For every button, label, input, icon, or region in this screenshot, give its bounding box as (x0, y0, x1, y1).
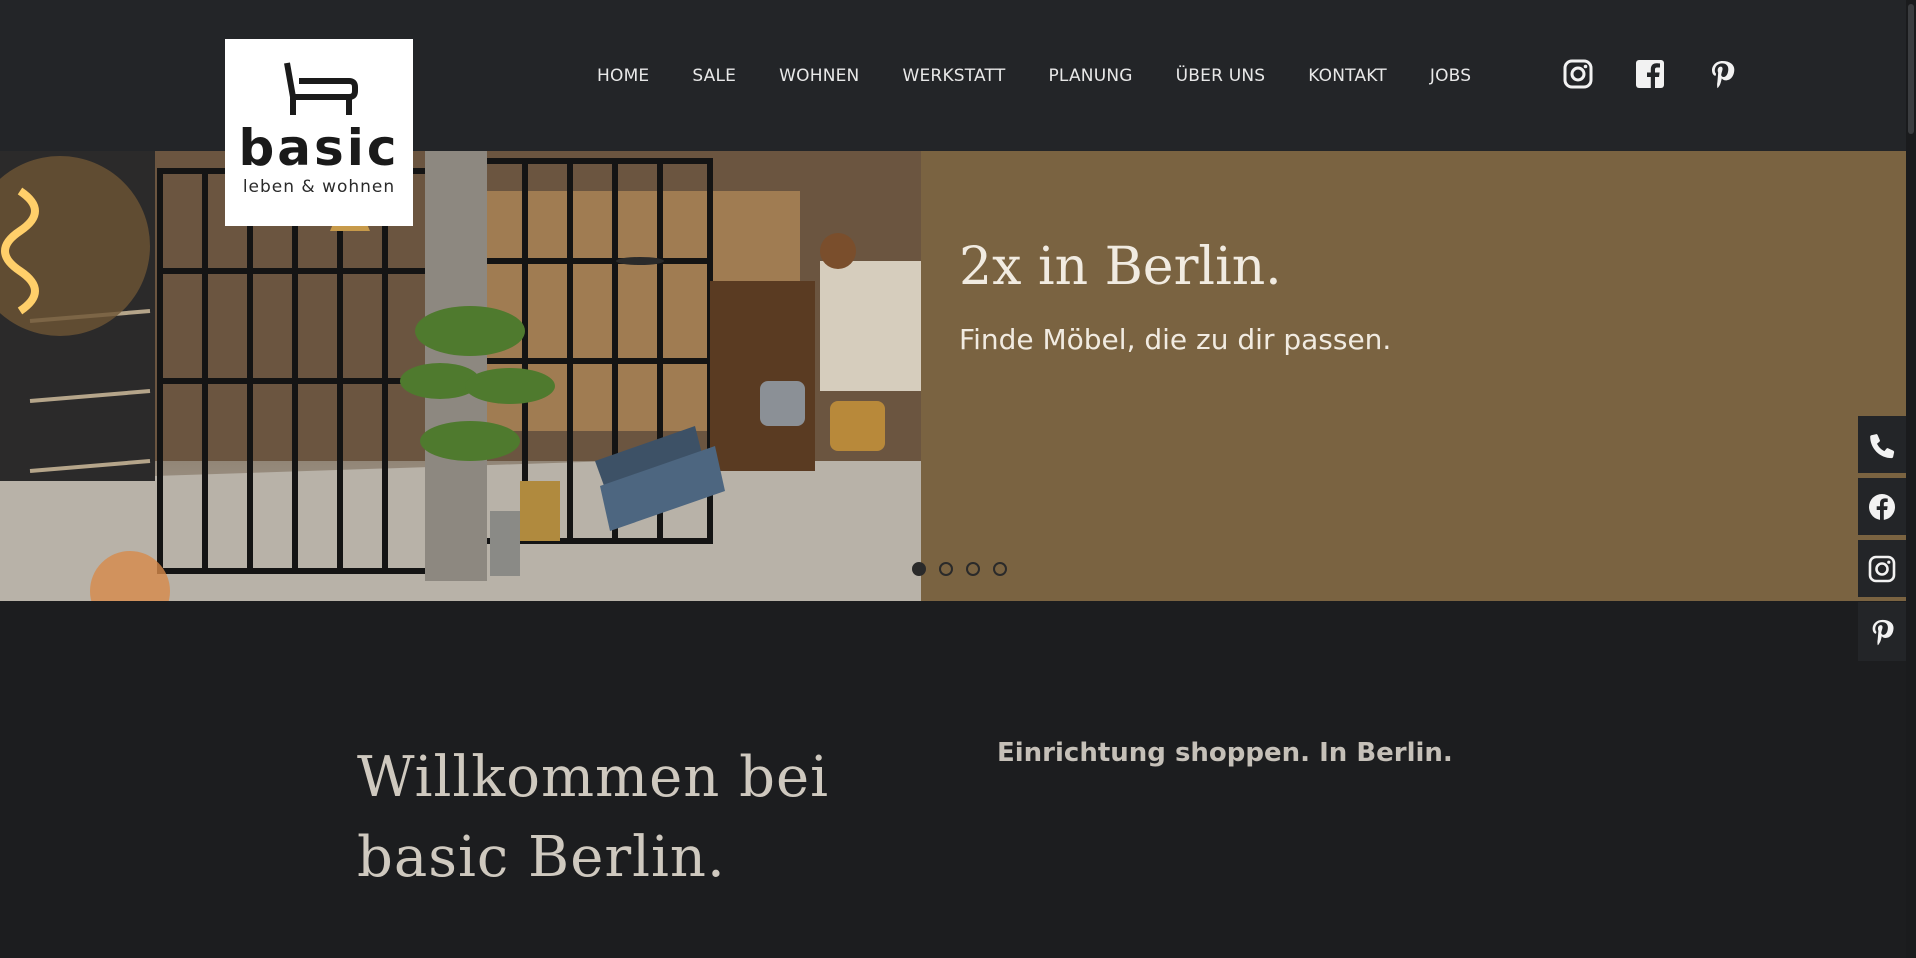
welcome-heading-line-2: basic Berlin. (357, 825, 726, 890)
logo-wordmark: basic (238, 119, 400, 177)
shopping-subheading: Einrichtung shoppen. In Berlin. (997, 738, 1453, 768)
hero-text-panel: 2x in Berlin. Finde Möbel, die zu dir pa… (921, 151, 1906, 601)
slider-dot-3[interactable] (966, 562, 980, 576)
pinterest-icon[interactable] (1706, 58, 1738, 90)
nav-home[interactable]: HOME (597, 66, 649, 86)
main-nav: HOME SALE WOHNEN WERKSTATT PLANUNG ÜBER … (597, 62, 1514, 90)
nav-kontakt[interactable]: KONTAKT (1308, 66, 1387, 86)
site-logo[interactable]: basic leben & wohnen (225, 39, 413, 226)
slider-dot-4[interactable] (993, 562, 1007, 576)
page-scrollbar[interactable] (1906, 0, 1916, 958)
nav-sale[interactable]: SALE (692, 66, 736, 86)
showroom-photo (0, 151, 921, 601)
instagram-icon[interactable] (1562, 58, 1594, 90)
slider-dot-2[interactable] (939, 562, 953, 576)
nav-ueber-uns[interactable]: ÜBER UNS (1176, 66, 1266, 86)
nav-wohnen[interactable]: WOHNEN (779, 66, 859, 86)
welcome-heading: Willkommen bei basic Berlin. (357, 738, 829, 898)
hero-subtitle: Finde Möbel, die zu dir passen. (959, 323, 1392, 356)
slider-dots (912, 562, 1020, 576)
facebook-icon[interactable] (1858, 478, 1906, 537)
nav-werkstatt[interactable]: WERKSTATT (902, 66, 1005, 86)
facebook-icon[interactable] (1634, 58, 1666, 90)
welcome-heading-line-1: Willkommen bei (357, 745, 830, 810)
floating-social-bar (1858, 416, 1906, 664)
instagram-icon[interactable] (1858, 540, 1906, 599)
slider-dot-1[interactable] (912, 562, 926, 576)
hero-title: 2x in Berlin. (959, 237, 1282, 297)
nav-jobs[interactable]: JOBS (1430, 66, 1471, 86)
armchair-logo-icon (284, 62, 358, 115)
nav-planung[interactable]: PLANUNG (1048, 66, 1132, 86)
pinterest-icon[interactable] (1858, 602, 1906, 661)
logo-tagline: leben & wohnen (242, 177, 396, 197)
scrollbar-thumb[interactable] (1908, 4, 1914, 134)
phone-icon[interactable] (1858, 416, 1906, 475)
